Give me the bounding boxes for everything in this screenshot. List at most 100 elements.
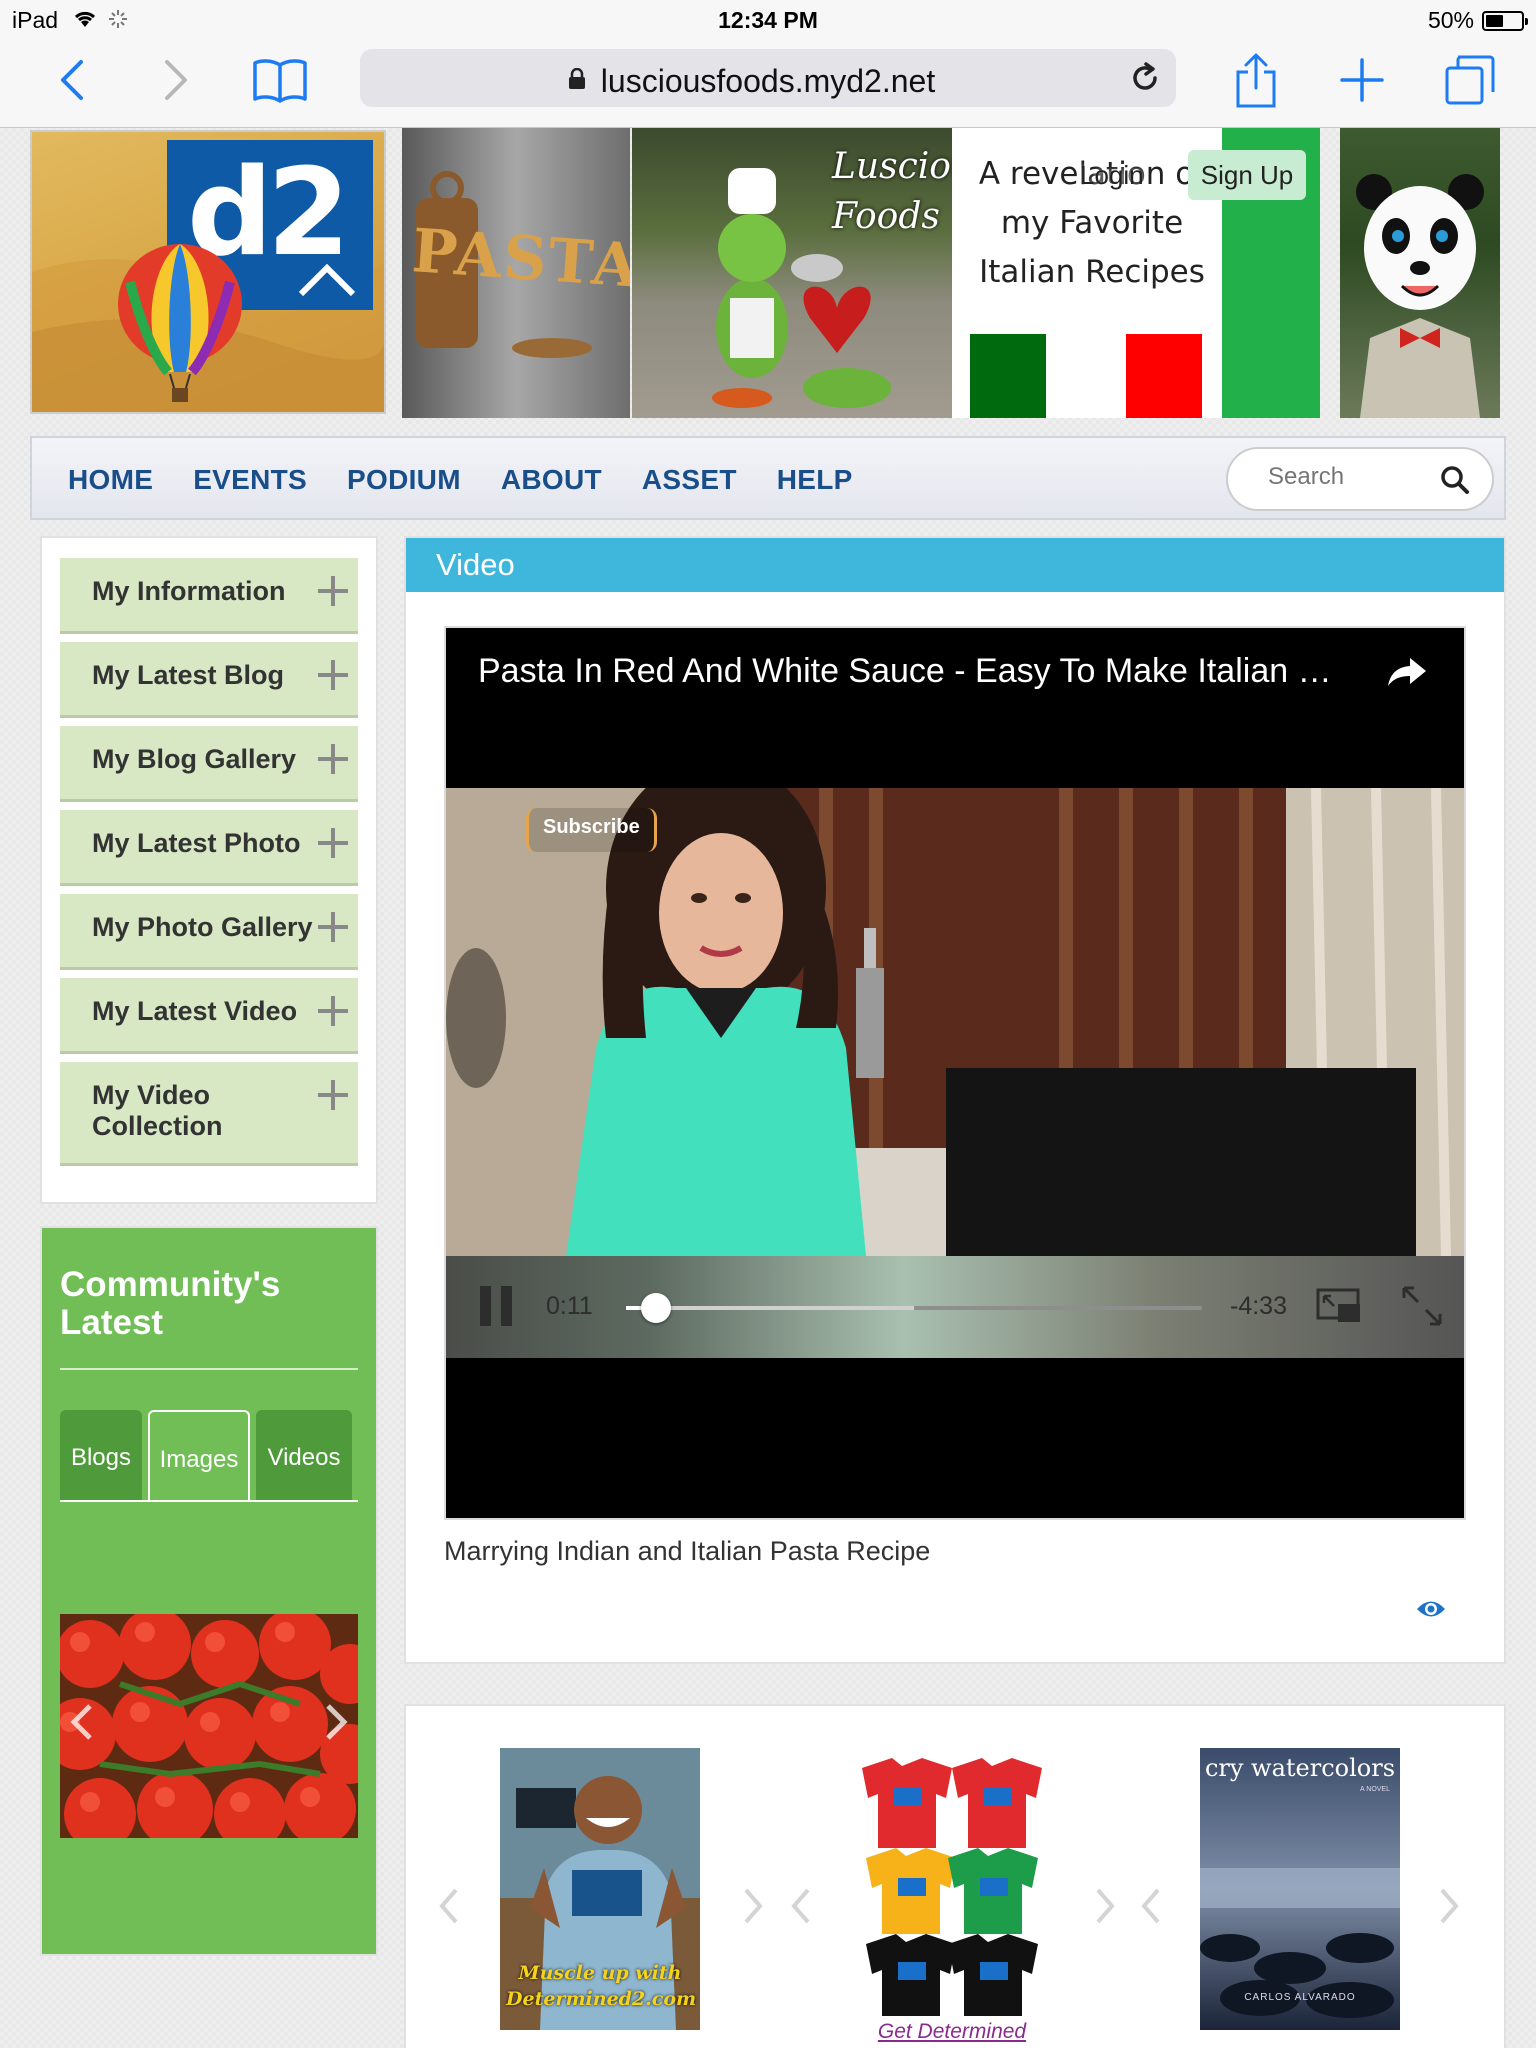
- brand-word-art: Luscious Foods: [832, 146, 952, 237]
- plus-icon[interactable]: [318, 828, 348, 858]
- search-box: [1226, 447, 1494, 511]
- featured-carousel: Muscle up with Determined2.com Get Deter…: [404, 1704, 1506, 2048]
- hot-air-balloon-icon: [118, 244, 242, 402]
- site-banner: d2 PASTA Luscio Foods A revelation of my…: [0, 128, 1536, 420]
- tab-images[interactable]: Images: [148, 1410, 250, 1502]
- flag-red: [1126, 334, 1202, 418]
- clock: 12:34 PM: [718, 7, 818, 33]
- plus-icon[interactable]: [318, 660, 348, 690]
- remaining-time: -4:33: [1230, 1292, 1287, 1320]
- menu-item-my-blog-gallery[interactable]: My Blog Gallery: [60, 726, 358, 802]
- video-title[interactable]: Pasta In Red And White Sauce - Easy To M…: [478, 652, 1358, 691]
- divider: [60, 1368, 358, 1370]
- menu-item-label: My Photo Gallery: [92, 912, 313, 942]
- menu-item-my-photo-gallery[interactable]: My Photo Gallery: [60, 894, 358, 970]
- community-title: Community's Latest: [60, 1265, 281, 1342]
- pasta-panel[interactable]: PASTA: [402, 128, 630, 418]
- nav-item-asset[interactable]: ASSET: [642, 464, 737, 496]
- tabs-icon[interactable]: [1440, 50, 1500, 110]
- video-player[interactable]: Pasta In Red And White Sauce - Easy To M…: [444, 626, 1466, 1520]
- chevron-left-icon[interactable]: [436, 1886, 462, 1931]
- chevron-left-icon[interactable]: [1138, 1886, 1164, 1931]
- chevron-left-icon[interactable]: [788, 1886, 814, 1931]
- picture-in-picture-icon[interactable]: [1316, 1288, 1362, 1329]
- forward-icon[interactable]: [146, 50, 206, 110]
- chevron-right-icon[interactable]: [322, 1702, 350, 1742]
- search-input[interactable]: [1268, 463, 1438, 491]
- video-panel-header: Video: [406, 538, 1504, 592]
- login-link[interactable]: Login: [1080, 160, 1144, 191]
- menu-item-label: My Blog Gallery: [92, 744, 297, 774]
- nav-item-help[interactable]: HELP: [777, 464, 853, 496]
- tab-videos[interactable]: Videos: [256, 1410, 352, 1502]
- menu-item-my-latest-blog[interactable]: My Latest Blog: [60, 642, 358, 718]
- player-controls: 0:11 -4:33: [446, 1256, 1464, 1358]
- elapsed-time: 0:11: [546, 1292, 593, 1320]
- signup-button[interactable]: Sign Up: [1188, 150, 1306, 200]
- carousel-caption-muscle-up: Muscle up with Determined2.com: [506, 1962, 697, 2010]
- share-arrow-icon[interactable]: [1386, 656, 1428, 693]
- url-text: lusciousfoods.myd2.net: [600, 63, 936, 99]
- plus-icon[interactable]: [318, 1080, 348, 1110]
- video-frame[interactable]: Subscribe: [446, 788, 1464, 1256]
- nav-item-home[interactable]: HOME: [68, 464, 153, 496]
- nav-item-podium[interactable]: PODIUM: [347, 464, 461, 496]
- plus-icon[interactable]: [318, 744, 348, 774]
- d2-logo-panel[interactable]: d2: [30, 130, 386, 414]
- menu-item-label: My Information: [92, 576, 286, 606]
- menu-item-my-video-collection[interactable]: My Video Collection: [60, 1062, 358, 1166]
- menu-item-my-latest-video[interactable]: My Latest Video: [60, 978, 358, 1054]
- video-section-title: Video: [436, 547, 515, 582]
- carousel-item-muscle-up[interactable]: Muscle up with Determined2.com: [500, 1748, 700, 2030]
- video-panel: Video Pasta In Red And White Sauce - Eas…: [404, 536, 1506, 1664]
- tomatoes-image[interactable]: [60, 1614, 358, 1838]
- pause-icon[interactable]: [478, 1284, 514, 1333]
- video-caption: Marrying Indian and Italian Pasta Recipe: [444, 1536, 931, 1566]
- nav-item-about[interactable]: ABOUT: [501, 464, 602, 496]
- fullscreen-icon[interactable]: [1400, 1284, 1444, 1333]
- book-author: CARLOS ALVARADO: [1244, 1992, 1356, 2003]
- bookmarks-icon[interactable]: [250, 50, 310, 110]
- community-latest-widget: Community's Latest Blogs Images Videos: [40, 1226, 378, 1956]
- profile-menu: My Information My Latest Blog My Blog Ga…: [40, 536, 378, 1204]
- menu-item-label: My Latest Blog: [92, 660, 285, 690]
- book-kind: A NOVEL: [1360, 1786, 1390, 1793]
- reload-icon[interactable]: [1128, 61, 1162, 100]
- back-icon[interactable]: [42, 50, 102, 110]
- panda-avatar-panel[interactable]: [1340, 128, 1500, 418]
- menu-item-label: My Video Collection: [92, 1080, 223, 1141]
- nav-menu: HOME EVENTS PODIUM ABOUT ASSET HELP: [68, 464, 853, 496]
- menu-item-label: My Latest Video: [92, 996, 298, 1026]
- chevron-right-icon[interactable]: [1436, 1886, 1462, 1931]
- new-tab-icon[interactable]: [1332, 50, 1392, 110]
- chevron-right-icon[interactable]: [740, 1886, 766, 1931]
- status-bar: iPad 12:34 PM 50%: [0, 0, 1536, 40]
- seek-bar[interactable]: [626, 1293, 1202, 1323]
- main-nav: HOME EVENTS PODIUM ABOUT ASSET HELP: [30, 436, 1506, 520]
- search-icon[interactable]: [1440, 465, 1470, 500]
- plus-icon[interactable]: [318, 576, 348, 606]
- carousel-caption-get-determined[interactable]: Get Determined: [862, 2020, 1042, 2044]
- battery-percent: 50%: [1427, 7, 1474, 33]
- nav-item-events[interactable]: EVENTS: [193, 464, 307, 496]
- chevron-left-icon[interactable]: [68, 1702, 96, 1742]
- browser-toolbar: lusciousfoods.myd2.net: [0, 40, 1536, 128]
- carousel-item-tshirts[interactable]: [852, 1748, 1052, 2030]
- plus-icon[interactable]: [318, 912, 348, 942]
- frog-chef-panel[interactable]: Luscious Foods: [632, 128, 952, 418]
- tab-underline: [60, 1500, 358, 1502]
- seek-knob[interactable]: [641, 1293, 672, 1323]
- battery-status: 50%: [1427, 7, 1528, 34]
- menu-item-my-information[interactable]: My Information: [60, 558, 358, 634]
- eye-icon[interactable]: [1416, 1598, 1446, 1625]
- carousel-item-book[interactable]: cry watercolors A NOVEL CARLOS ALVARADO: [1200, 1748, 1400, 2030]
- menu-item-my-latest-photo[interactable]: My Latest Photo: [60, 810, 358, 886]
- share-icon[interactable]: [1226, 50, 1286, 110]
- chevron-right-icon[interactable]: [1092, 1886, 1118, 1931]
- plus-icon[interactable]: [318, 996, 348, 1026]
- battery-icon: [1482, 10, 1528, 31]
- menu-item-label: My Latest Photo: [92, 828, 301, 858]
- tab-blogs[interactable]: Blogs: [60, 1410, 142, 1502]
- address-bar[interactable]: lusciousfoods.myd2.net: [360, 49, 1176, 107]
- subscribe-badge[interactable]: Subscribe: [526, 808, 657, 852]
